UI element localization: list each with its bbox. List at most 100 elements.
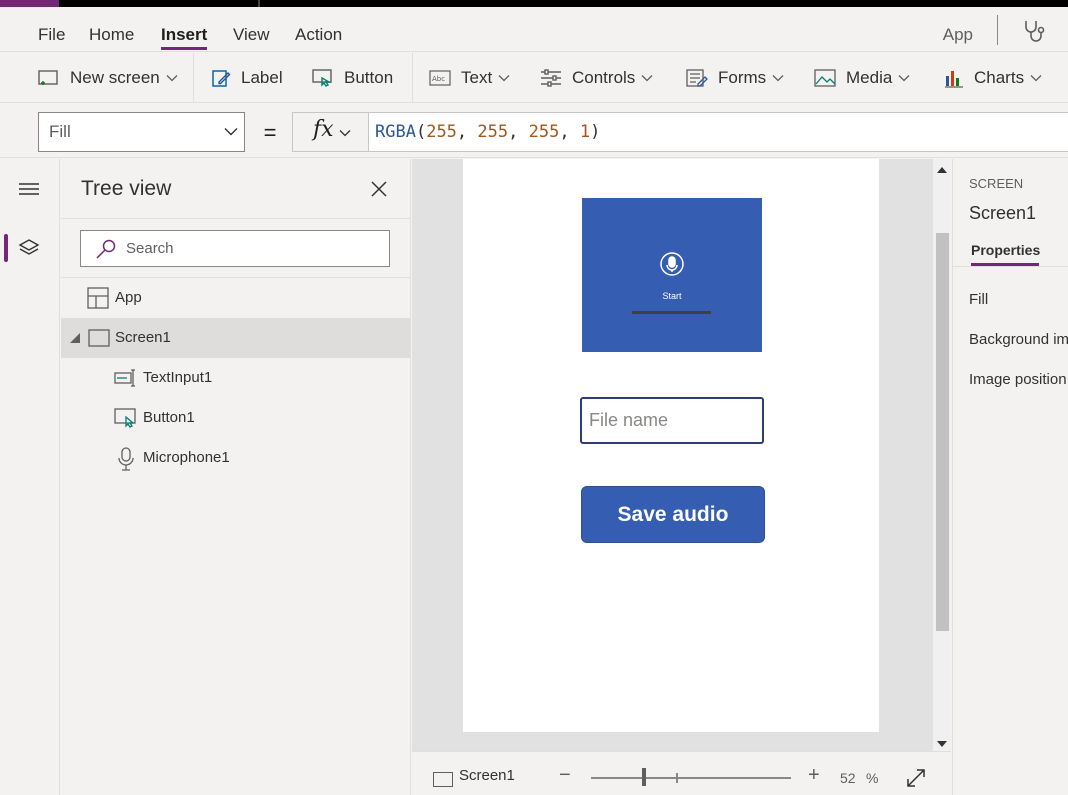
forms-button[interactable]: Forms [686,53,784,103]
screen1-canvas[interactable]: Start File name Save audio [463,159,879,732]
formula-arg-g: 255 [477,122,509,142]
tab-properties[interactable]: Properties [971,242,1040,258]
chevron-down-icon [339,130,351,137]
tree-item-label: TextInput1 [143,369,213,386]
screen-icon [433,772,453,787]
textinput1-control[interactable]: File name [580,397,764,444]
tree-item-microphone1[interactable]: Microphone1 [61,438,410,478]
chevron-down-icon [1030,75,1042,82]
charts-button[interactable]: Charts [944,53,1042,103]
text-button-label: Text [461,68,493,87]
microphone-start-label: Start [662,291,682,301]
fit-to-window-icon[interactable] [906,768,926,788]
equals-sign: = [263,120,277,145]
label-button[interactable]: Label [211,53,283,103]
tree-item-label: App [115,289,142,306]
menu-view[interactable]: View [233,7,270,52]
tree-item-screen1[interactable]: Screen1 [61,318,410,358]
left-rail [0,159,60,795]
text-button[interactable]: Abc Text [429,53,510,103]
screen-icon [88,329,110,347]
formula-bar: Fill = fx RGBA(255, 255, 255, 1) [0,104,1068,158]
microphone-icon [660,252,684,276]
menu-home[interactable]: Home [89,7,134,52]
prop-background-image[interactable]: Background im [969,331,1068,348]
active-indicator [4,234,8,262]
ribbon: New screen Label Button Abc Text Control… [0,53,1068,103]
tree-item-button1[interactable]: Button1 [61,398,410,438]
chevron-down-icon [898,75,910,82]
status-bar: Screen1 − + 52 % [412,751,951,795]
forms-button-label: Forms [718,68,767,87]
formula-comma: , [456,122,478,142]
zoom-value: 52 [840,770,856,786]
button-icon [312,69,332,87]
menu-bar: File Home Insert View Action App [0,7,1068,52]
collapse-caret-icon[interactable] [70,333,80,343]
zoom-in-button[interactable]: + [808,764,820,787]
scroll-up-arrow-icon[interactable] [937,167,947,173]
tree-view-rail-button[interactable] [0,230,60,266]
tree-view-panel: Tree view Search App Screen1 TextInput1 … [61,159,411,795]
tree-item-textinput1[interactable]: TextInput1 [61,358,410,398]
label-button-label: Label [241,68,283,87]
chevron-down-icon [498,75,510,82]
title-strip-separator [258,0,260,7]
menu-file[interactable]: File [38,7,65,52]
svg-text:Abc: Abc [432,75,445,83]
layers-icon [18,239,40,255]
control-name: Screen1 [969,203,1037,223]
button-button[interactable]: Button [312,53,393,103]
divider [953,266,1068,267]
app-icon [87,287,109,309]
formula-paren-close: ) [590,122,601,142]
charts-button-label: Charts [974,68,1025,87]
close-icon[interactable] [369,179,389,199]
canvas-area: Start File name Save audio [412,159,951,751]
new-screen-label: New screen [70,68,160,87]
ribbon-separator [412,53,413,103]
prop-fill[interactable]: Fill [969,291,988,308]
fx-button[interactable]: fx [292,112,368,152]
formula-comma: , [508,122,529,142]
controls-button[interactable]: Controls [540,53,653,103]
menu-action[interactable]: Action [295,7,342,52]
media-button[interactable]: Media [814,53,910,103]
new-screen-icon [38,70,58,85]
text-icon: Abc [429,70,451,86]
property-dropdown-value: Fill [49,122,71,141]
controls-button-label: Controls [572,68,636,87]
scroll-down-arrow-icon[interactable] [937,741,947,747]
sliders-icon [541,69,561,87]
forms-icon [686,69,708,87]
menu-divider [997,15,998,45]
tree-item-app[interactable]: App [61,278,410,318]
button1-save-audio[interactable]: Save audio [581,486,765,543]
formula-function: RGBA [375,122,416,142]
zoom-out-button[interactable]: − [559,764,571,787]
hamburger-icon[interactable] [19,181,39,197]
canvas-vertical-scrollbar[interactable] [933,159,951,751]
zoom-slider-track[interactable] [591,777,791,779]
tree-search-input[interactable]: Search [80,230,390,267]
formula-comma: , [559,122,580,142]
formula-paren-open: ( [415,122,427,142]
image-icon [814,69,836,87]
new-screen-button[interactable]: New screen [38,53,178,103]
divider [61,218,411,219]
search-icon [96,239,116,259]
fx-icon: fx [313,117,334,142]
button-button-label: Button [344,68,394,87]
zoom-slider-thumb[interactable] [642,768,646,786]
chevron-down-icon [224,128,238,136]
search-placeholder: Search [126,240,174,257]
formula-input[interactable]: RGBA(255, 255, 255, 1) [368,112,1068,152]
property-dropdown[interactable]: Fill [38,112,245,152]
status-screen-name[interactable]: Screen1 [459,767,515,784]
stethoscope-icon[interactable] [1022,18,1048,44]
prop-image-position[interactable]: Image position [969,371,1067,388]
scrollbar-thumb[interactable] [936,233,949,631]
title-strip [0,0,1068,7]
microphone1-control[interactable]: Start [582,198,762,352]
menu-insert[interactable]: Insert [161,7,208,52]
